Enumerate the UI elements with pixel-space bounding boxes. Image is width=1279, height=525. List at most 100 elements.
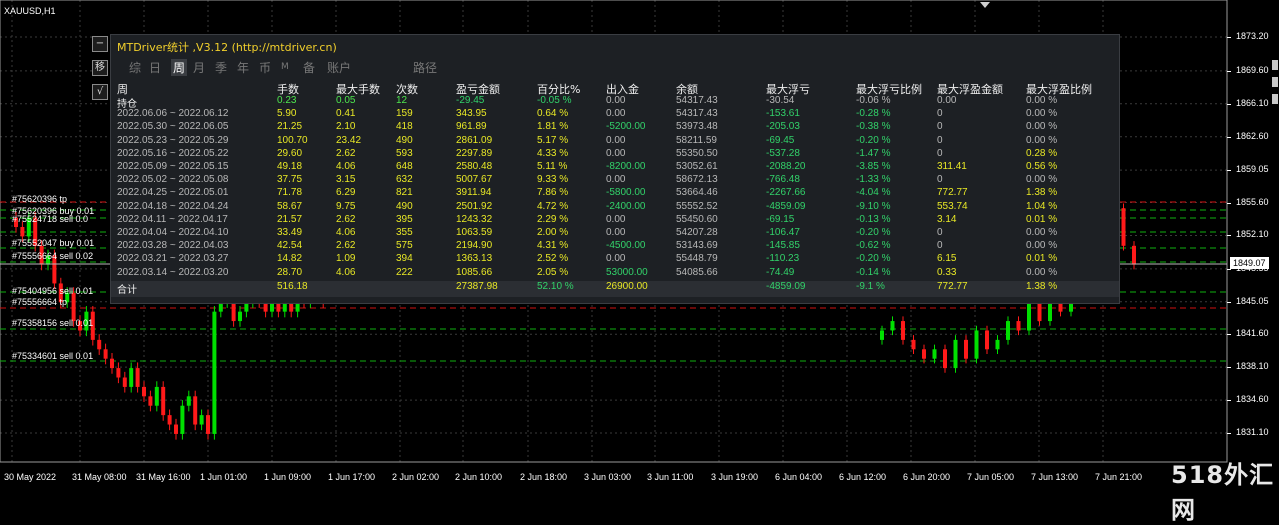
table-cell: -205.03 xyxy=(766,121,800,133)
candle-body xyxy=(964,339,968,359)
table-cell: 1063.59 xyxy=(456,227,493,238)
price-tick-mark xyxy=(1227,235,1231,237)
move-button[interactable]: 移 xyxy=(92,60,108,76)
table-cell: 0.00 % xyxy=(1026,266,1058,278)
tab-3[interactable]: 月 xyxy=(193,59,205,76)
table-cell: 4.31 % xyxy=(537,240,569,252)
table-cell: -0.13 % xyxy=(856,213,891,225)
table-cell: 0 xyxy=(937,108,943,120)
table-row: 2022.06.06 ~ 2022.06.12 5.90 0.41 159 343.95… xyxy=(111,108,1119,121)
table-cell: 100.70 xyxy=(277,134,308,146)
candle-body xyxy=(901,321,905,340)
table-cell: 0.00 xyxy=(606,253,626,265)
table-cell: -4.04 % xyxy=(856,187,891,199)
table-cell: 0.64 % xyxy=(537,108,569,120)
candle-body xyxy=(922,349,926,359)
table-cell: 28.70 xyxy=(277,266,303,278)
table-cell: 53143.69 xyxy=(676,240,718,252)
tab-4[interactable]: 季 xyxy=(215,59,227,76)
table-cell: -69.15 xyxy=(766,213,795,225)
current-price-label: 1849.07 xyxy=(1230,257,1269,269)
table-cell: 52.10 % xyxy=(537,280,574,292)
price-tick-label: 1852.10 xyxy=(1236,229,1269,240)
table-cell: 2194.90 xyxy=(456,240,493,252)
table-cell: 0.00 % xyxy=(1026,240,1058,252)
table-cell: 54317.43 xyxy=(676,108,718,120)
table-cell: 2022.06.06 ~ 2022.06.12 xyxy=(117,108,229,120)
time-tick-label: 2 Jun 10:00 xyxy=(455,472,503,482)
tab-6[interactable]: 币 xyxy=(259,59,271,76)
tab-7[interactable]: M xyxy=(281,62,289,72)
table-cell: 0 xyxy=(937,227,943,238)
tab-1[interactable]: 日 xyxy=(149,59,161,76)
table-cell: 5.17 % xyxy=(537,134,569,146)
candle-body xyxy=(880,330,884,340)
table-cell: 58672.13 xyxy=(676,174,718,186)
table-row: 2022.04.11 ~ 2022.04.17 21.57 2.62 395 1243.… xyxy=(111,214,1119,227)
candle-body xyxy=(943,349,947,369)
candle-body xyxy=(911,339,916,350)
table-cell: 772.77 xyxy=(937,187,968,199)
table-cell: -153.61 xyxy=(766,108,800,120)
table-cell: 4.06 xyxy=(336,161,356,172)
table-cell: -2400.00 xyxy=(606,200,646,212)
table-cell: 821 xyxy=(396,187,413,199)
table-cell: 2022.03.21 ~ 2022.03.27 xyxy=(117,253,229,265)
scroll-up-icon[interactable] xyxy=(1272,60,1278,70)
price-tick-label: 1855.60 xyxy=(1236,196,1269,207)
table-cell: 2022.04.04 ~ 2022.04.10 xyxy=(117,227,229,238)
chart-scroll-control[interactable] xyxy=(1272,60,1278,112)
table-cell: -0.14 % xyxy=(856,266,891,278)
candle-body xyxy=(890,321,895,331)
candle-body xyxy=(167,415,172,425)
table-cell: 2022.05.16 ~ 2022.05.22 xyxy=(117,147,229,159)
table-cell: 0.00 xyxy=(606,95,626,106)
time-tick-label: 31 May 16:00 xyxy=(136,472,191,482)
chart-shift-triangle-icon[interactable] xyxy=(980,2,990,8)
table-cell: 1.81 % xyxy=(537,121,569,133)
candle-body xyxy=(103,349,108,359)
time-tick-label: 7 Jun 05:00 xyxy=(967,472,1015,482)
time-tick-label: 2 Jun 02:00 xyxy=(392,472,440,482)
candle-body xyxy=(1016,321,1021,331)
table-cell: 21.57 xyxy=(277,213,303,225)
time-axis: 30 May 2022 31 May 08:00 31 May 16:00 1 Jun… xyxy=(0,462,1227,491)
table-row: 2022.05.16 ~ 2022.05.22 29.60 2.62 593 2297.… xyxy=(111,148,1119,161)
table-cell: -4500.00 xyxy=(606,240,646,252)
time-tick-label: 7 Jun 13:00 xyxy=(1031,472,1079,482)
table-cell: 4.33 % xyxy=(537,147,569,159)
price-tick-mark xyxy=(1227,433,1231,434)
candle-body xyxy=(212,311,217,434)
table-cell: 37.75 xyxy=(277,174,303,186)
table-row: 2022.04.18 ~ 2022.04.24 58.67 9.75 490 2501.… xyxy=(111,201,1119,214)
table-cell: -9.10 % xyxy=(856,200,891,212)
tab-8[interactable]: 备 xyxy=(303,59,315,76)
scroll-mid-icon[interactable] xyxy=(1272,77,1278,87)
time-tick-label: 30 May 2022 xyxy=(4,472,57,482)
confirm-button[interactable]: √ xyxy=(92,84,108,100)
table-cell: 0 xyxy=(937,240,943,252)
table-cell: 0.00 % xyxy=(1026,174,1058,186)
table-cell: -4859.09 xyxy=(766,200,806,212)
candle-body xyxy=(148,396,153,406)
table-cell: 54085.66 xyxy=(676,266,718,278)
tp-label: #75620396 tp xyxy=(12,194,68,204)
minimize-button[interactable]: − xyxy=(92,36,108,52)
price-tick-mark xyxy=(1227,103,1231,105)
tab-0[interactable]: 综 xyxy=(129,59,141,76)
table-cell: 772.77 xyxy=(937,280,968,292)
candle-body xyxy=(932,349,937,359)
table-cell: 2022.05.23 ~ 2022.05.29 xyxy=(117,134,229,146)
tab-10[interactable]: 路径 xyxy=(413,59,437,76)
tab-2[interactable]: 周 xyxy=(171,59,188,76)
price-tick-label: 1831.10 xyxy=(1236,427,1269,437)
table-cell: 2.05 % xyxy=(537,266,569,278)
price-tick-mark xyxy=(1227,202,1231,204)
table-cell: 55350.50 xyxy=(676,147,718,159)
tab-9[interactable]: 账户 xyxy=(327,59,351,76)
table-cell: 9.75 xyxy=(336,200,356,212)
table-cell: 0.00 xyxy=(606,174,626,186)
scroll-down-icon[interactable] xyxy=(1272,94,1278,104)
candle-body xyxy=(953,339,958,369)
tab-5[interactable]: 年 xyxy=(237,59,249,76)
